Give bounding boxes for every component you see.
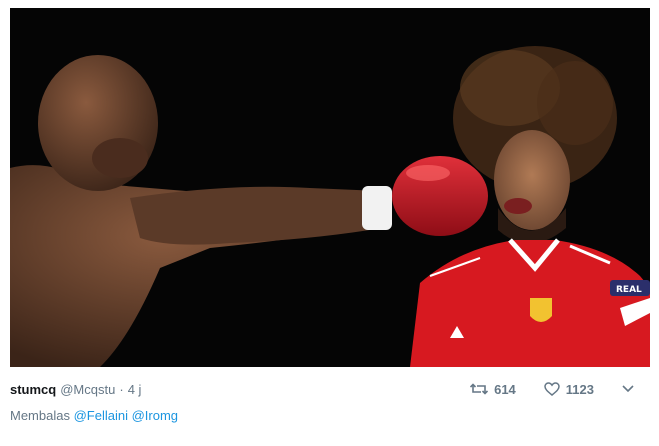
display-name[interactable]: stumcq bbox=[10, 382, 56, 397]
chevron-down-icon bbox=[622, 380, 634, 398]
glove-cuff bbox=[362, 186, 392, 230]
club-crest bbox=[530, 298, 552, 322]
timestamp[interactable]: 4 j bbox=[128, 382, 142, 397]
tweet-footer: stumcq @Mcqstu · 4 j 614 1123 bbox=[10, 378, 650, 400]
heart-icon bbox=[544, 382, 560, 396]
user-handle[interactable]: @Mcqstu bbox=[60, 382, 115, 397]
retweet-count: 614 bbox=[494, 381, 516, 397]
mention-link-iromg[interactable]: @Iromg bbox=[132, 408, 178, 423]
reply-prefix: Membalas bbox=[10, 408, 70, 423]
separator-dot: · bbox=[119, 381, 124, 397]
retweet-icon bbox=[470, 382, 489, 396]
reply-context: Membalas @Fellaini @Iromg bbox=[10, 408, 178, 423]
mention-link-fellaini[interactable]: @Fellaini bbox=[74, 408, 128, 423]
player-face bbox=[494, 130, 570, 230]
like-button[interactable]: 1123 bbox=[544, 382, 594, 397]
retweet-button[interactable]: 614 bbox=[470, 382, 516, 397]
more-menu-button[interactable] bbox=[622, 380, 634, 398]
sleeve-badge-text: REAL bbox=[616, 285, 642, 295]
like-count: 1123 bbox=[565, 381, 594, 397]
boxing-meme-image: REAL bbox=[10, 8, 650, 367]
tweet-photo[interactable]: REAL bbox=[10, 8, 650, 367]
